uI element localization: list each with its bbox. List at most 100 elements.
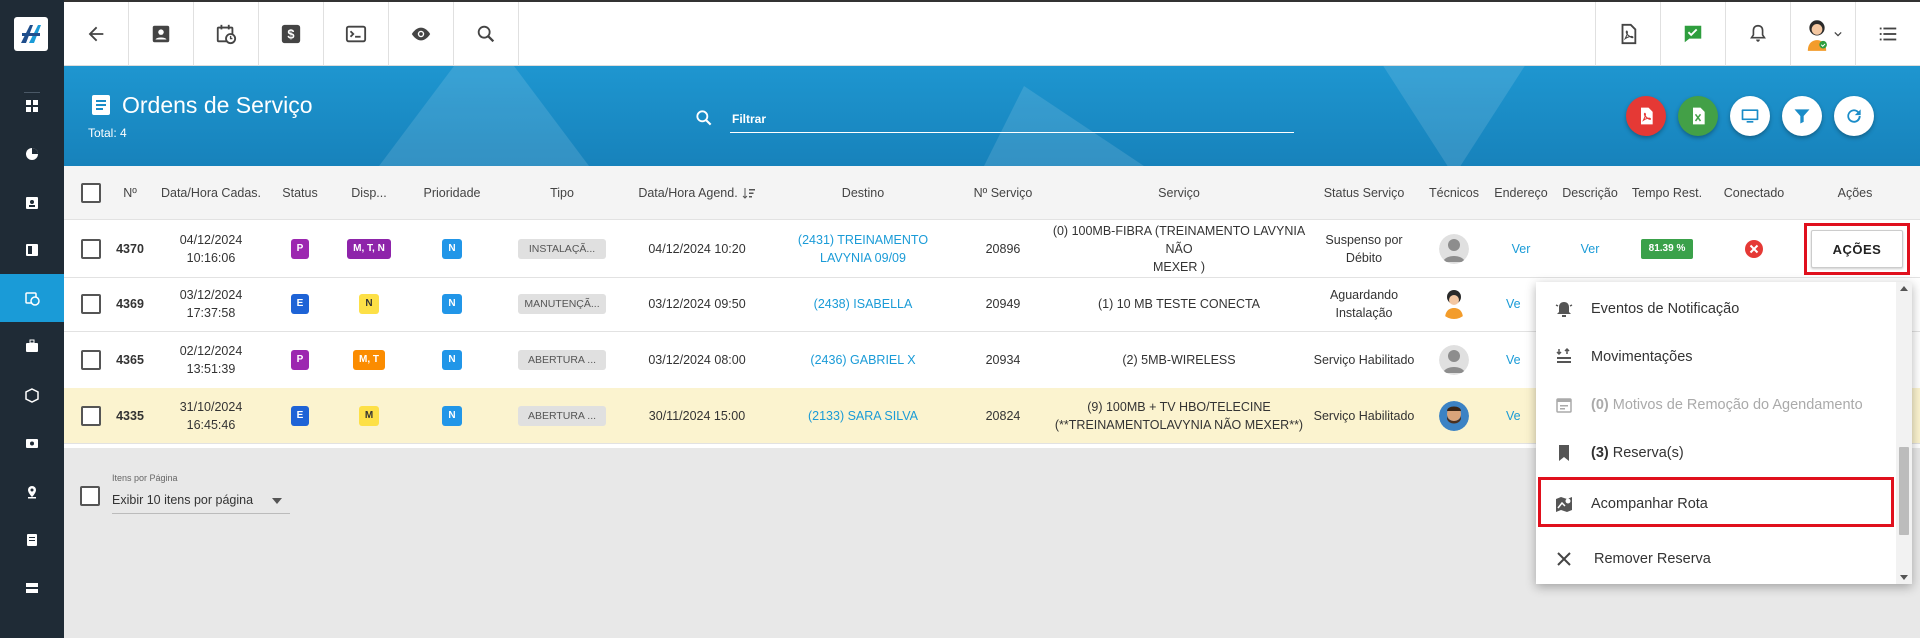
service-status: Aguardando	[1329, 288, 1399, 302]
nav-item-box[interactable]	[0, 371, 64, 419]
menu-button[interactable]	[1855, 2, 1920, 66]
nav-item-briefcase[interactable]	[0, 322, 64, 370]
address-link[interactable]: Ve	[1506, 351, 1521, 369]
column-header: Destino	[770, 166, 956, 219]
finance-button[interactable]: $	[259, 2, 324, 66]
filter-input[interactable]	[730, 105, 1294, 133]
search-icon	[696, 110, 712, 126]
nav-item-location-pin[interactable]	[0, 468, 64, 516]
address-cell[interactable]: Ver	[1488, 220, 1554, 277]
destination-link[interactable]: (2438) ISABELLA	[814, 295, 913, 313]
search-button[interactable]	[454, 2, 519, 66]
pagination-checkbox[interactable]	[80, 486, 100, 506]
view-button[interactable]	[389, 2, 454, 66]
address-link[interactable]: Ve	[1506, 407, 1521, 425]
destination-link[interactable]: (2133) SARA SILVA	[808, 407, 918, 425]
select-all-checkbox[interactable]	[81, 182, 101, 203]
created-date: 03/12/2024	[179, 288, 243, 302]
address-link[interactable]: Ver	[1512, 240, 1531, 258]
user-menu[interactable]	[1790, 2, 1855, 66]
refresh-button[interactable]	[1834, 96, 1874, 136]
column-header: Status	[266, 166, 334, 219]
select-all-cell[interactable]	[78, 166, 104, 219]
nav-item-dashboard[interactable]	[0, 82, 64, 130]
nav-item-list[interactable]	[0, 516, 64, 564]
destination-cell[interactable]: (2436) GABRIEL X	[770, 331, 956, 388]
status-cell: E	[266, 277, 334, 331]
type-cell: MANUTENÇÃ...	[500, 277, 624, 331]
scroll-up-icon[interactable]	[1900, 286, 1908, 291]
destination-link[interactable]: (2436) GABRIEL X	[810, 351, 915, 369]
availability-cell: M, T, N	[334, 220, 404, 277]
menu-item-movimenta-es[interactable]: Movimentações	[1536, 333, 1892, 381]
pie-chart-icon	[26, 148, 38, 160]
app-logo[interactable]	[14, 17, 48, 51]
destination-link-line2[interactable]: LAVYNIA 09/09	[798, 249, 928, 267]
items-per-page-select[interactable]: Exibir 10 itens por página	[112, 488, 290, 514]
address-link[interactable]: Ve	[1506, 295, 1521, 313]
column-header: Tipo	[500, 166, 624, 219]
dropdown-scrollbar[interactable]	[1896, 282, 1912, 584]
destination-cell[interactable]: (2133) SARA SILVA	[770, 388, 956, 443]
chat-check-button[interactable]	[1660, 2, 1725, 66]
contacts-button[interactable]	[129, 2, 194, 66]
total-count: Total: 4	[88, 126, 127, 140]
row-select-cell[interactable]	[78, 220, 104, 277]
service-status: Serviço Habilitado	[1313, 352, 1415, 367]
nav-item-server[interactable]	[0, 564, 64, 612]
service-cell: (0) 100MB-FIBRA (TREINAMENTO LAVYNIA NÃO…	[1050, 220, 1308, 277]
scheduled-datetime: 30/11/2024 15:00	[648, 408, 746, 423]
actions-button[interactable]: AÇÕES	[1811, 230, 1903, 268]
row-select-cell[interactable]	[78, 331, 104, 388]
destination-cell[interactable]: (2438) ISABELLA	[770, 277, 956, 331]
nav-item-contact-card[interactable]	[0, 179, 64, 227]
description-cell[interactable]: Ver	[1554, 220, 1626, 277]
row-checkbox[interactable]	[81, 294, 101, 314]
menu-item-remover-reserva[interactable]: Remover Reserva	[1536, 535, 1892, 583]
top-toolbar: $	[64, 0, 1920, 66]
back-button[interactable]	[64, 2, 129, 66]
export-excel-button[interactable]	[1678, 96, 1718, 136]
service-number: 20896	[985, 241, 1021, 256]
nav-item-pie-chart[interactable]	[0, 130, 64, 178]
row-checkbox[interactable]	[81, 238, 101, 259]
nav-item-calendar-clock[interactable]	[0, 274, 64, 322]
monitor-button[interactable]	[1730, 96, 1770, 136]
destination-link[interactable]: (2431) TREINAMENTO	[798, 231, 928, 249]
availability-badge: M, T, N	[347, 238, 391, 259]
menu-item-reserva-s[interactable]: (3) Reserva(s)	[1536, 429, 1892, 477]
row-select-cell[interactable]	[78, 388, 104, 443]
description-link[interactable]: Ver	[1581, 240, 1600, 258]
row-checkbox[interactable]	[81, 349, 101, 370]
row-checkbox[interactable]	[81, 405, 101, 426]
logo-icon	[18, 21, 44, 47]
column-header-label: Status Serviço	[1323, 185, 1405, 200]
scrollbar-thumb[interactable]	[1899, 447, 1909, 535]
availability-badge: N	[359, 294, 379, 314]
nav-item-money[interactable]	[0, 419, 64, 467]
row-select-cell[interactable]	[78, 277, 104, 331]
technicians-cell	[1420, 220, 1488, 277]
column-header[interactable]: Data/Hora Agend.	[624, 166, 770, 219]
schedule-button[interactable]	[194, 2, 259, 66]
back-arrow-icon	[88, 26, 104, 42]
created-date: 31/10/2024	[179, 399, 243, 414]
terminal-button[interactable]	[324, 2, 389, 66]
sort-icon	[742, 187, 755, 199]
service-name-line2: MEXER )	[1152, 259, 1206, 274]
menu-item-label: Movimentações	[1591, 349, 1693, 365]
menu-item-eventos-de-notifica-o[interactable]: Eventos de Notificação	[1536, 285, 1892, 333]
order-number: 4369	[116, 297, 144, 311]
contact-icon	[152, 25, 170, 43]
notifications-button[interactable]	[1725, 2, 1790, 66]
availability-cell: M, T	[334, 331, 404, 388]
scroll-down-icon[interactable]	[1900, 575, 1908, 580]
export-pdf-button[interactable]	[1626, 96, 1666, 136]
nav-item-board[interactable]	[0, 226, 64, 274]
technician-avatar	[1439, 400, 1469, 431]
table-row[interactable]: 4370 04/12/2024 10:16:06 P M, T, N N INSTALAÇÃ…	[64, 220, 1920, 278]
destination-cell[interactable]: (2431) TREINAMENTO LAVYNIA 09/09	[770, 220, 956, 277]
filter-button[interactable]	[1782, 96, 1822, 136]
pdf-button[interactable]	[1595, 2, 1660, 66]
priority-cell: N	[404, 331, 500, 388]
